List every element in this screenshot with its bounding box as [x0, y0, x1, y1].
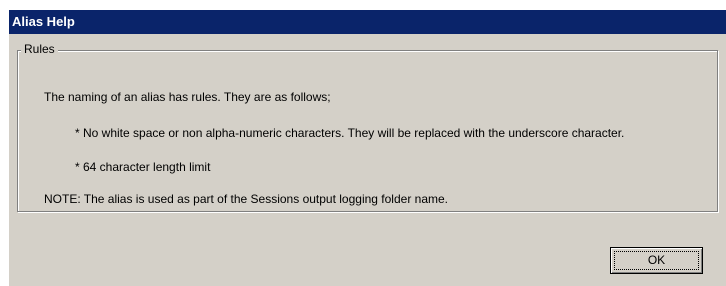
focus-rectangle	[614, 251, 699, 270]
dialog-title: Alias Help	[12, 14, 75, 29]
rule-length-limit-item: * 64 character length limit	[75, 160, 211, 174]
rules-intro-text: The naming of an alias has rules. They a…	[44, 90, 331, 104]
rules-note-text: NOTE: The alias is used as part of the S…	[44, 192, 449, 206]
ok-button[interactable]: OK	[610, 247, 703, 274]
rule-whitespace-item: * No white space or non alpha-numeric ch…	[75, 126, 625, 140]
rules-group-label: Rules	[21, 41, 58, 57]
dialog-title-bar[interactable]: Alias Help	[9, 10, 726, 34]
